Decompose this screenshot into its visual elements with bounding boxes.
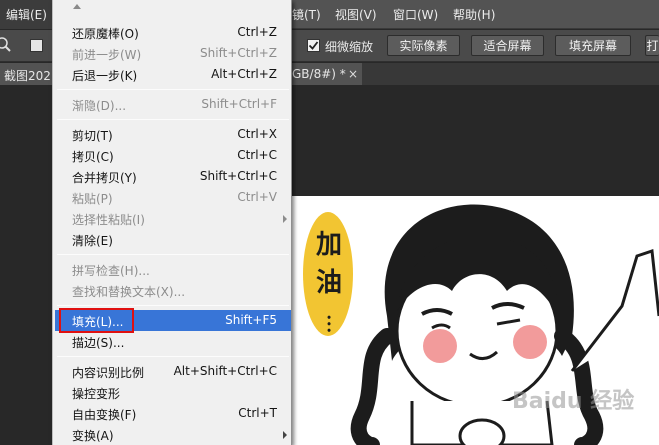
menu-item-label: 描边(S)... <box>72 336 125 350</box>
menu-item-label: 选择性粘贴(I) <box>72 213 145 227</box>
menu-item-stroke[interactable]: 描边(S)... <box>55 331 291 352</box>
baidu-watermark: Baidu 经验 <box>512 389 635 414</box>
submenu-arrow-icon <box>283 215 287 223</box>
menu-item-cut[interactable]: 剪切(T) Ctrl+X <box>55 124 291 145</box>
menu-item-shortcut: Ctrl+X <box>237 127 277 141</box>
scrubby-zoom-label: 细微缩放 <box>325 40 374 54</box>
menu-item-label: 前进一步(W) <box>72 48 142 62</box>
menu-item-label: 合并拷贝(Y) <box>72 171 137 185</box>
document-tab[interactable]: 截图202 <box>0 63 52 85</box>
menu-item-label: 还原魔棒(O) <box>72 27 139 41</box>
menu-view[interactable]: 视图(V) <box>335 6 377 23</box>
menu-item-paste[interactable]: 粘贴(P) Ctrl+V <box>55 187 291 208</box>
menu-item-find-replace[interactable]: 查找和替换文本(X)... <box>55 280 291 301</box>
menu-item-shortcut: Shift+Ctrl+F <box>201 97 277 111</box>
menu-item-shortcut: Shift+Ctrl+Z <box>200 46 277 60</box>
menu-item-label: 操控变形 <box>72 387 121 401</box>
menu-item-clear[interactable]: 清除(E) <box>55 229 291 250</box>
menu-item-shortcut: Shift+Ctrl+C <box>199 169 277 183</box>
cheer-dots: ••• <box>322 314 335 334</box>
menu-item-step-backward[interactable]: 后退一步(K) Alt+Ctrl+Z <box>55 64 291 85</box>
menu-item-label: 拷贝(C) <box>72 150 114 164</box>
menu-item-fade[interactable]: 渐隐(D)... Shift+Ctrl+F <box>55 94 291 115</box>
menu-item-shortcut: Ctrl+T <box>238 406 277 420</box>
menu-separator <box>57 305 289 306</box>
zoom-tool-icon[interactable] <box>0 36 12 54</box>
menu-item-label: 剪切(T) <box>72 129 113 143</box>
cheer-text: 加油 <box>315 230 342 298</box>
menu-filter[interactable]: 镜(T) <box>292 6 321 23</box>
menu-item-label: 内容识别比例 <box>72 366 145 380</box>
menu-separator <box>57 254 289 255</box>
print-size-button[interactable]: 打 <box>645 35 659 56</box>
checkmark-icon <box>308 41 319 50</box>
menu-item-label: 后退一步(K) <box>72 69 138 83</box>
menu-item-label: 自由变换(F) <box>72 408 137 422</box>
menu-item-undo[interactable]: 还原魔棒(O) Ctrl+Z <box>55 22 291 43</box>
menu-item-label: 粘贴(P) <box>72 192 113 206</box>
menu-item-paste-special[interactable]: 选择性粘贴(I) <box>55 208 291 229</box>
close-tab-icon[interactable]: × <box>348 67 358 81</box>
menu-item-free-transform[interactable]: 自由变换(F) Ctrl+T <box>55 403 291 424</box>
scrubby-zoom-checkbox[interactable] <box>307 39 320 52</box>
menu-separator <box>57 119 289 120</box>
menu-window[interactable]: 窗口(W) <box>393 6 438 23</box>
scroll-up-arrow-icon[interactable] <box>73 4 81 9</box>
menu-item-label: 渐隐(D)... <box>72 99 127 113</box>
menu-item-shortcut: Shift+F5 <box>225 313 277 327</box>
actual-pixels-button[interactable]: 实际像素 <box>387 35 460 56</box>
submenu-arrow-icon <box>283 431 287 439</box>
menu-item-copy-merged[interactable]: 合并拷贝(Y) Shift+Ctrl+C <box>55 166 291 187</box>
menu-item-label: 拼写检查(H)... <box>72 264 150 278</box>
fit-screen-button[interactable]: 适合屏幕 <box>471 35 544 56</box>
annotation-highlight-box <box>59 308 134 333</box>
menu-item-label: 清除(E) <box>72 234 113 248</box>
menu-item-puppet-warp[interactable]: 操控变形 <box>55 382 291 403</box>
menu-item-shortcut: Alt+Ctrl+Z <box>211 67 277 81</box>
menu-item-shortcut: Ctrl+Z <box>237 25 277 39</box>
menu-item-check-spelling[interactable]: 拼写检查(H)... <box>55 259 291 280</box>
menu-edit[interactable]: 编辑(E) <box>0 0 53 29</box>
menu-separator <box>57 356 289 357</box>
menu-separator <box>57 89 289 90</box>
menu-item-label: 变换(A) <box>72 429 114 443</box>
menu-item-shortcut: Alt+Shift+Ctrl+C <box>173 364 277 378</box>
fill-screen-button[interactable]: 填充屏幕 <box>555 35 631 56</box>
right-cheek <box>513 325 547 359</box>
menu-item-shortcut: Ctrl+C <box>237 148 277 162</box>
resize-windows-checkbox[interactable] <box>30 39 43 52</box>
menu-item-content-aware-scale[interactable]: 内容识别比例 Alt+Shift+Ctrl+C <box>55 361 291 382</box>
edit-menu-dropdown: 还原魔棒(O) Ctrl+Z 前进一步(W) Shift+Ctrl+Z 后退一步… <box>52 0 292 445</box>
menu-item-transform[interactable]: 变换(A) <box>55 424 291 445</box>
menu-help[interactable]: 帮助(H) <box>453 6 495 23</box>
left-cheek <box>423 329 457 363</box>
menu-item-label: 查找和替换文本(X)... <box>72 285 186 299</box>
menu-item-step-forward[interactable]: 前进一步(W) Shift+Ctrl+Z <box>55 43 291 64</box>
menu-item-copy[interactable]: 拷贝(C) Ctrl+C <box>55 145 291 166</box>
menu-item-shortcut: Ctrl+V <box>237 190 277 204</box>
